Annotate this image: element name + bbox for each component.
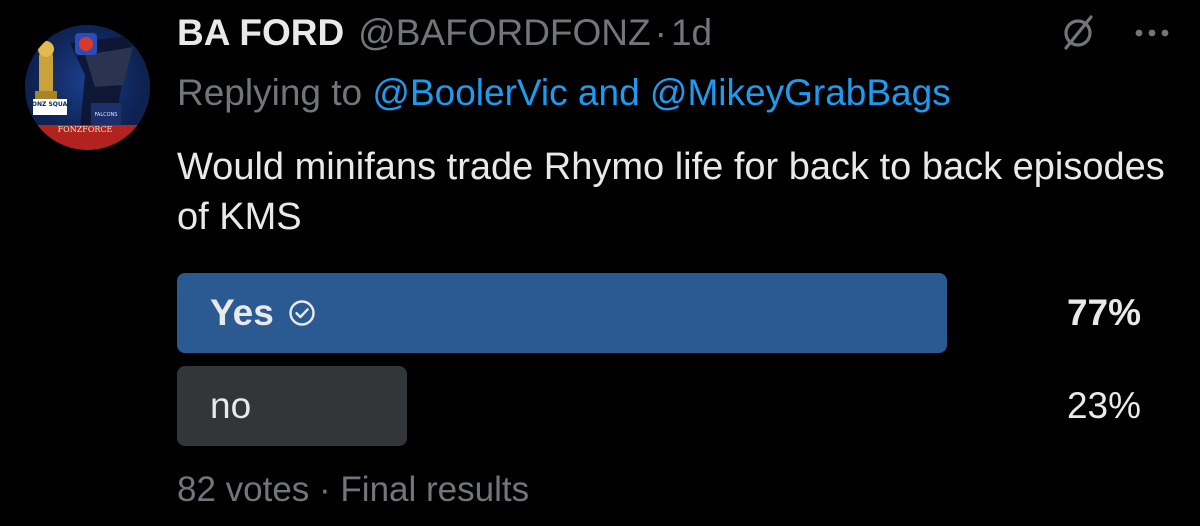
poll-footer: 82 votes · Final results [177, 470, 530, 509]
grok-slash-icon[interactable] [1058, 12, 1098, 57]
tweet-header: BA FORD @BAFORDFONZ · 1d [177, 8, 712, 58]
avatar-banner-text: FONZFORCE [58, 125, 113, 134]
poll-option-percent: 23% [1066, 385, 1141, 426]
poll-option-text: no [210, 385, 252, 426]
poll-option: Yes 77% [177, 273, 1145, 353]
header-separator: · [654, 12, 667, 53]
header-actions [1058, 12, 1170, 57]
check-circle-icon [288, 299, 316, 327]
replying-prefix: Replying to [177, 72, 363, 113]
display-name[interactable]: BA FORD [177, 12, 344, 54]
poll-option-percent: 77% [1066, 292, 1141, 333]
poll-option-label: Yes [210, 273, 316, 353]
avatar[interactable]: FONZ SQUAD FALCONS FONZFORCE [25, 25, 150, 150]
avatar-team-text: FALCONS [95, 112, 118, 118]
poll-option-label: no [210, 366, 251, 446]
timestamp[interactable]: 1d [671, 12, 712, 54]
tweet-text: Would minifans trade Rhymo life for back… [177, 146, 1165, 238]
poll-option-text: Yes [210, 292, 274, 333]
more-dots-icon[interactable] [1134, 26, 1170, 44]
poll-option: no 23% [177, 366, 1145, 446]
tweet: FONZ SQUAD FALCONS FONZFORCE BA FORD @BA… [0, 0, 1200, 526]
user-handle[interactable]: @BAFORDFONZ [358, 12, 650, 54]
reply-mentions[interactable]: @BoolerVic and @MikeyGrabBags [372, 72, 950, 113]
avatar-image: FONZ SQUAD FALCONS FONZFORCE [25, 33, 150, 150]
avatar-badge-text: FONZ SQUAD [28, 101, 72, 108]
replying-to: Replying to @BoolerVic and @MikeyGrabBag… [177, 72, 951, 114]
